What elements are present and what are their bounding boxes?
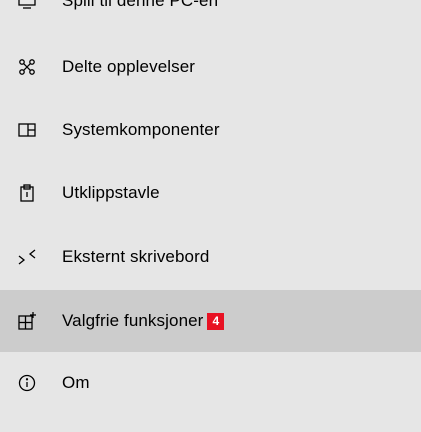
notification-badge: 4 — [207, 313, 225, 330]
nav-item-label: Utklippstavle — [62, 183, 160, 202]
nav-item-label: Valgfrie funksjoner 4 — [62, 311, 225, 331]
nav-item-label: Eksternt skrivebord — [62, 247, 210, 266]
info-icon — [16, 372, 38, 394]
nav-item-label: Systemkomponenter — [62, 120, 220, 139]
optional-features-icon — [16, 310, 38, 332]
nav-item-optional-features[interactable]: Valgfrie funksjoner 4 — [0, 290, 421, 352]
nav-item-clipboard[interactable]: Utklippstavle — [0, 162, 421, 224]
settings-nav-list: Spill til denne PC-en Delte opplevelser … — [0, 0, 421, 432]
remote-desktop-icon — [16, 246, 38, 268]
nav-item-about[interactable]: Om — [0, 352, 421, 414]
nav-item-label: Delte opplevelser — [62, 57, 196, 76]
clipboard-icon — [16, 182, 38, 204]
nav-item-system-components[interactable]: Systemkomponenter — [0, 99, 421, 161]
nav-item-shared-experiences[interactable]: Delte opplevelser — [0, 36, 421, 98]
nav-item-label-text: Valgfrie funksjoner — [62, 311, 204, 330]
project-to-pc-icon — [16, 0, 38, 12]
nav-item-label: Om — [62, 373, 90, 392]
nav-item-label: Spill til denne PC-en — [62, 0, 219, 10]
system-components-icon — [16, 119, 38, 141]
shared-experiences-icon — [16, 56, 38, 78]
nav-item-project-to-pc[interactable]: Spill til denne PC-en — [0, 0, 421, 32]
nav-item-remote-desktop[interactable]: Eksternt skrivebord — [0, 226, 421, 288]
